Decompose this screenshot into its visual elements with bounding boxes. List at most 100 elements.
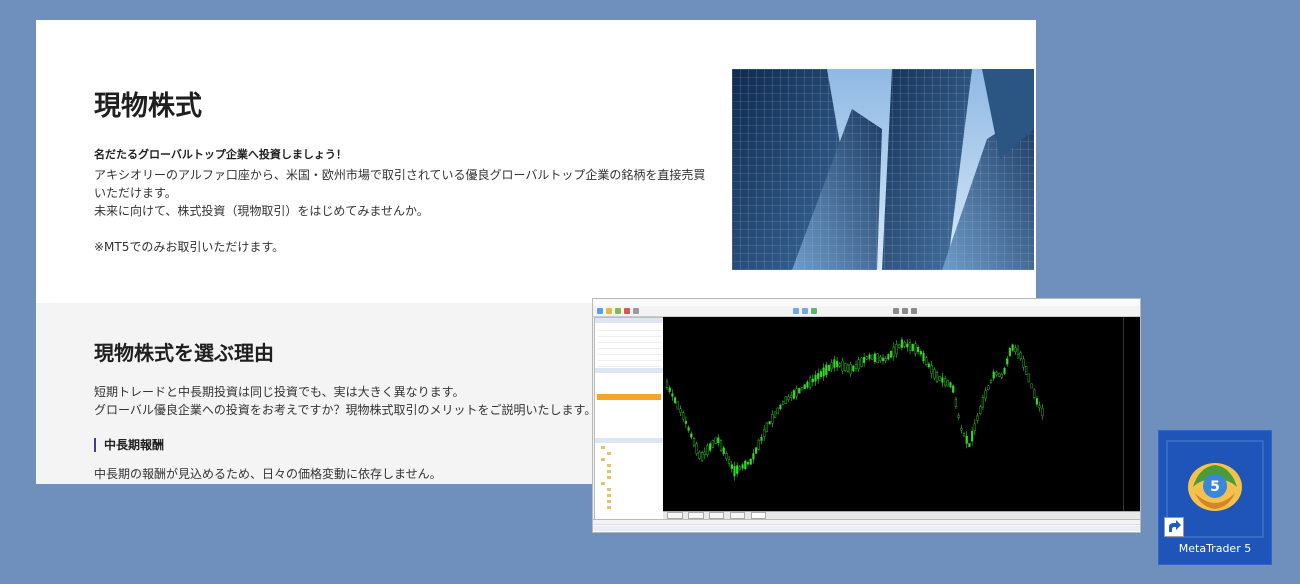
candle-body	[871, 354, 874, 360]
candle-body	[768, 421, 771, 425]
candle-body	[738, 466, 742, 470]
candle-body	[860, 357, 863, 367]
candle-body	[1008, 348, 1012, 356]
candle-body	[765, 422, 769, 432]
candle-body	[971, 430, 974, 442]
candle-body	[779, 404, 782, 410]
candle-body	[692, 438, 696, 446]
candle-body	[849, 364, 852, 375]
navigator-item[interactable]	[607, 493, 613, 498]
candle-body	[1011, 344, 1014, 351]
candle-body	[825, 364, 828, 376]
candle-body	[906, 343, 909, 348]
chart-icon[interactable]	[615, 308, 621, 314]
candle-body	[814, 375, 817, 382]
candle-body	[952, 385, 955, 393]
symbol-row[interactable]	[597, 386, 661, 392]
navigator-item[interactable]	[601, 457, 607, 462]
navigator-item[interactable]	[607, 505, 613, 510]
new-order-icon[interactable]	[597, 308, 603, 314]
candle-body	[908, 342, 912, 351]
price-chart[interactable]	[663, 317, 1140, 511]
folder-icon	[607, 499, 611, 503]
chart-tab[interactable]	[729, 512, 746, 519]
zoom-in-icon[interactable]	[793, 308, 799, 314]
candlestick-series	[665, 336, 1044, 481]
candle-body	[914, 343, 917, 354]
grid-icon[interactable]	[811, 308, 817, 314]
candle-body	[806, 381, 809, 388]
candle-body	[687, 427, 690, 431]
navigator-item[interactable]	[607, 451, 613, 456]
candle-body	[833, 359, 836, 368]
candle-body	[1027, 373, 1030, 383]
folder-icon	[607, 493, 611, 497]
navigator-item[interactable]	[601, 445, 607, 450]
candle-body	[817, 373, 820, 380]
crosshair-icon[interactable]	[893, 308, 899, 314]
symbol-row-selected[interactable]	[597, 394, 661, 400]
folder-icon	[607, 451, 611, 455]
toolbox-panel	[593, 519, 1140, 532]
candle-body	[1019, 352, 1022, 359]
settings-icon[interactable]	[633, 308, 639, 314]
shortcut-arrow-icon	[1164, 517, 1184, 537]
candle-body	[757, 439, 760, 450]
chart-tab[interactable]	[708, 512, 725, 519]
candle-body	[1035, 398, 1039, 405]
line-tool-icon[interactable]	[902, 308, 908, 314]
candle-body	[873, 353, 877, 362]
candle-body	[960, 428, 963, 431]
candle-body	[1016, 348, 1020, 355]
toolbar	[593, 306, 1140, 317]
folder-icon	[607, 487, 611, 491]
candle-body	[884, 358, 887, 361]
candle-body	[827, 364, 831, 371]
folder-icon[interactable]	[606, 308, 612, 314]
candle-body	[752, 453, 755, 460]
candle-body	[879, 356, 882, 361]
zoom-out-icon[interactable]	[802, 308, 808, 314]
candle-body	[690, 433, 693, 438]
metatrader5-desktop-shortcut[interactable]: 5 MetaTrader 5	[1158, 430, 1272, 565]
candle-body	[1003, 368, 1006, 374]
toolbox-row[interactable]	[593, 526, 1140, 531]
chart-tabs	[663, 511, 1140, 519]
candle-body	[973, 423, 976, 431]
candle-body	[830, 362, 833, 370]
toolbox-header	[593, 520, 1140, 525]
navigator-item[interactable]	[607, 487, 613, 492]
chart-tab-active[interactable]	[750, 512, 767, 519]
candle-body	[822, 367, 825, 377]
candle-body	[792, 390, 796, 399]
candle-body	[962, 432, 966, 437]
candle-body	[798, 388, 801, 394]
candle-body	[795, 388, 798, 397]
candle-body	[763, 429, 766, 437]
candle-body	[984, 390, 987, 399]
navigator-item[interactable]	[601, 481, 607, 486]
candle-body	[719, 440, 723, 451]
navigator-item[interactable]	[607, 499, 613, 504]
navigator-item[interactable]	[607, 469, 613, 474]
candle-body	[800, 387, 804, 391]
candle-body	[1030, 383, 1033, 389]
candle-body	[946, 380, 949, 387]
candle-body	[1041, 407, 1044, 416]
symbol-row[interactable]	[597, 426, 661, 432]
record-icon[interactable]	[624, 308, 630, 314]
candle-body	[900, 339, 904, 348]
chart-tab[interactable]	[667, 512, 683, 519]
subheading-body: 中長期の報酬が見込めるため、日々の価格変動に依存しません。	[94, 467, 442, 481]
candle-body	[725, 453, 728, 460]
candle-body	[852, 365, 855, 372]
candle-body	[776, 407, 779, 415]
candle-body	[995, 372, 998, 376]
candle-body	[682, 412, 685, 420]
navigator-item[interactable]	[607, 475, 613, 480]
navigator-item[interactable]	[607, 463, 613, 468]
skyscraper-illustration	[732, 69, 1034, 270]
text-tool-icon[interactable]	[911, 308, 917, 314]
chart-tab[interactable]	[687, 512, 704, 519]
candle-body	[709, 443, 712, 451]
